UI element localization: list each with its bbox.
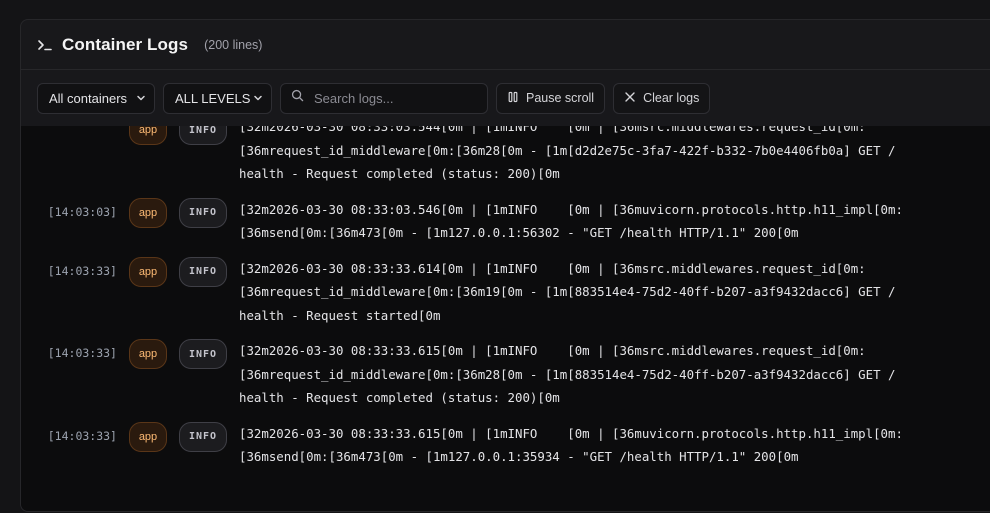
log-message: [32m2026-03-30 08:33:33.615[0m | [1mINFO… xyxy=(239,343,896,405)
container-badge: app xyxy=(129,421,167,452)
clear-logs-button[interactable]: Clear logs xyxy=(613,82,711,114)
level-select[interactable]: ALL LEVELS xyxy=(163,82,272,114)
clear-logs-label: Clear logs xyxy=(643,91,700,105)
log-timestamp: [14:03:03] xyxy=(47,204,117,219)
log-entry: app INFO [32m2026-03-30 08:33:03.544[0m … xyxy=(21,126,990,186)
container-select-value: All containers xyxy=(49,90,128,106)
page-title: Container Logs xyxy=(62,34,189,54)
line-count: (200 lines) xyxy=(204,37,263,52)
log-message: [32m2026-03-30 08:33:03.544[0m | [1mINFO… xyxy=(239,126,896,181)
search-icon xyxy=(291,89,304,107)
container-badge: app xyxy=(129,339,167,369)
container-badge: app xyxy=(129,126,167,145)
log-list[interactable]: app INFO [32m2026-03-30 08:33:03.544[0m … xyxy=(21,126,990,511)
level-badge: INFO xyxy=(179,126,227,145)
container-select[interactable]: All containers xyxy=(37,82,155,114)
level-badge: INFO xyxy=(179,197,227,228)
pause-scroll-label: Pause scroll xyxy=(526,91,595,105)
search-input[interactable] xyxy=(314,90,474,106)
level-badge: INFO xyxy=(179,339,227,369)
level-badge: INFO xyxy=(179,256,227,287)
log-timestamp: [14:03:33] xyxy=(47,263,117,278)
level-badge: INFO xyxy=(179,421,227,452)
log-entry: [14:03:03] app INFO [32m2026-03-30 08:33… xyxy=(21,186,990,245)
log-message: [32m2026-03-30 08:33:33.615[0m | [1mINFO… xyxy=(239,425,903,465)
chevron-down-icon xyxy=(136,91,146,106)
container-badge: app xyxy=(129,197,167,228)
pause-icon xyxy=(507,91,519,106)
log-timestamp: [14:03:33] xyxy=(47,428,117,443)
log-message: [32m2026-03-30 08:33:03.546[0m | [1mINFO… xyxy=(239,201,903,241)
chevron-down-icon xyxy=(253,91,263,106)
container-logs-panel: Container Logs (200 lines) All container… xyxy=(20,19,990,512)
log-timestamp: [14:03:33] xyxy=(47,346,117,360)
level-select-value: ALL LEVELS xyxy=(175,90,251,106)
log-entry: [14:03:33] app INFO [32m2026-03-30 08:33… xyxy=(21,327,990,410)
search-box xyxy=(280,82,488,114)
container-badge: app xyxy=(129,256,167,287)
close-icon xyxy=(624,91,636,106)
panel-header: Container Logs (200 lines) xyxy=(21,20,990,70)
terminal-icon xyxy=(37,37,53,53)
toolbar: All containers ALL LEVELS Pause scroll xyxy=(21,70,990,127)
log-entry: [14:03:33] app INFO [32m2026-03-30 08:33… xyxy=(21,245,990,328)
pause-scroll-button[interactable]: Pause scroll xyxy=(496,82,606,114)
log-entry: [14:03:33] app INFO [32m2026-03-30 08:33… xyxy=(21,410,990,469)
log-message: [32m2026-03-30 08:33:33.614[0m | [1mINFO… xyxy=(239,260,896,323)
